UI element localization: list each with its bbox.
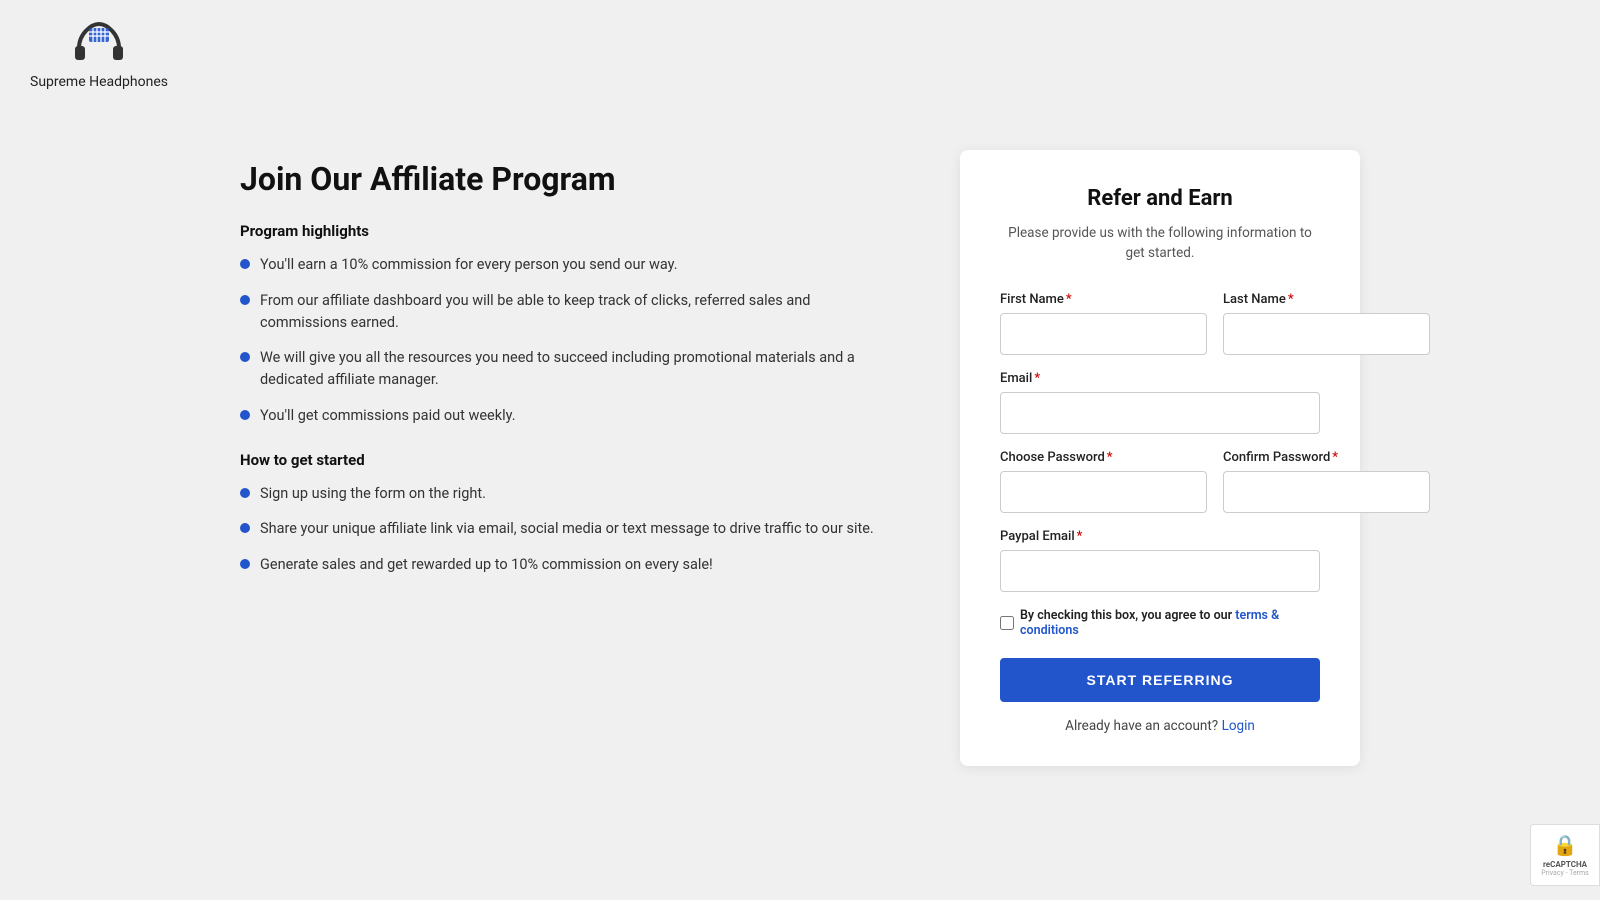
how-to-list: Sign up using the form on the right. Sha… — [240, 483, 900, 576]
required-star: * — [1034, 371, 1040, 386]
login-link[interactable]: Login — [1222, 718, 1255, 734]
paypal-email-label: Paypal Email* — [1000, 529, 1320, 544]
form-subtitle: Please provide us with the following inf… — [1000, 223, 1320, 264]
logo[interactable]: Supreme Headphones — [30, 20, 168, 90]
list-item: Share your unique affiliate link via ema… — [240, 518, 900, 540]
highlights-heading: Program highlights — [240, 222, 900, 240]
required-star: * — [1066, 292, 1072, 307]
email-group: Email* — [1000, 371, 1320, 434]
list-item: We will give you all the resources you n… — [240, 347, 900, 391]
email-label: Email* — [1000, 371, 1320, 386]
last-name-group: Last Name* — [1223, 292, 1430, 355]
how-to-heading: How to get started — [240, 451, 900, 469]
last-name-label: Last Name* — [1223, 292, 1430, 307]
password-row: Choose Password* Confirm Password* — [1000, 450, 1320, 513]
required-star: * — [1332, 450, 1338, 465]
required-star: * — [1077, 529, 1083, 544]
recaptcha-badge: 🔒 reCAPTCHA Privacy - Terms — [1530, 824, 1600, 886]
first-name-input[interactable] — [1000, 313, 1207, 355]
terms-row: By checking this box, you agree to our t… — [1000, 608, 1320, 638]
last-name-input[interactable] — [1223, 313, 1430, 355]
page-title: Join Our Affiliate Program — [240, 160, 900, 198]
bullet-icon — [240, 295, 250, 305]
paypal-email-group: Paypal Email* — [1000, 529, 1320, 592]
list-item: From our affiliate dashboard you will be… — [240, 290, 900, 334]
confirm-password-group: Confirm Password* — [1223, 450, 1430, 513]
list-item: You'll earn a 10% commission for every p… — [240, 254, 900, 276]
bullet-icon — [240, 559, 250, 569]
required-star: * — [1288, 292, 1294, 307]
form-title: Refer and Earn — [1000, 186, 1320, 211]
confirm-password-input[interactable] — [1223, 471, 1430, 513]
signup-form-card: Refer and Earn Please provide us with th… — [960, 150, 1360, 766]
logo-text: Supreme Headphones — [30, 74, 168, 90]
choose-password-group: Choose Password* — [1000, 450, 1207, 513]
signup-form: First Name* Last Name* Email* — [1000, 292, 1320, 702]
choose-password-label: Choose Password* — [1000, 450, 1207, 465]
list-item: Sign up using the form on the right. — [240, 483, 900, 505]
list-item: Generate sales and get rewarded up to 10… — [240, 554, 900, 576]
left-panel: Join Our Affiliate Program Program highl… — [240, 150, 900, 600]
bullet-icon — [240, 352, 250, 362]
bullet-icon — [240, 259, 250, 269]
bullet-icon — [240, 523, 250, 533]
start-referring-button[interactable]: START REFERRING — [1000, 658, 1320, 702]
recaptcha-icon: 🔒 — [1553, 833, 1578, 857]
bullet-icon — [240, 488, 250, 498]
first-name-label: First Name* — [1000, 292, 1207, 307]
required-star: * — [1107, 450, 1113, 465]
name-row: First Name* Last Name* — [1000, 292, 1320, 355]
right-panel: Refer and Earn Please provide us with th… — [960, 150, 1360, 766]
login-row: Already have an account? Login — [1000, 718, 1320, 734]
terms-checkbox[interactable] — [1000, 616, 1014, 630]
paypal-email-input[interactable] — [1000, 550, 1320, 592]
highlights-list: You'll earn a 10% commission for every p… — [240, 254, 900, 427]
choose-password-input[interactable] — [1000, 471, 1207, 513]
page-header: Supreme Headphones — [0, 0, 1600, 110]
confirm-password-label: Confirm Password* — [1223, 450, 1430, 465]
list-item: You'll get commissions paid out weekly. — [240, 405, 900, 427]
terms-text: By checking this box, you agree to our t… — [1020, 608, 1320, 638]
headphones-logo-icon — [71, 20, 127, 70]
main-content: Join Our Affiliate Program Program highl… — [200, 150, 1400, 766]
bullet-icon — [240, 410, 250, 420]
first-name-group: First Name* — [1000, 292, 1207, 355]
email-input[interactable] — [1000, 392, 1320, 434]
